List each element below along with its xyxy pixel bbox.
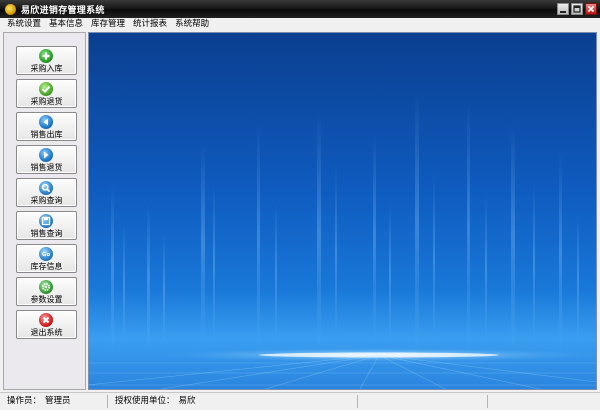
menu-reports[interactable]: 统计报表 [129,18,171,31]
status-panel-empty-1 [358,395,488,408]
check-icon [39,82,53,96]
svg-text:Go: Go [42,252,51,258]
close-circle-icon [39,313,53,327]
purchase-query-button[interactable]: 采购查询 [16,178,77,207]
window-controls [557,3,597,15]
go-icon: Go [39,247,53,261]
sales-return-label: 销售退货 [30,163,63,172]
plus-icon [39,49,53,63]
sales-query-button[interactable]: 销售查询 [16,211,77,240]
purchase-in-button[interactable]: 采购入库 [16,46,77,75]
menu-inventory[interactable]: 库存管理 [87,18,129,31]
title-bar: 易欣进销存管理系统 [0,0,600,18]
license-value: 易欣 [178,396,196,406]
operator-value: 管理员 [45,396,71,406]
menu-system-settings[interactable]: 系统设置 [0,18,45,31]
parameter-settings-label: 参数设置 [30,295,63,304]
license-label: 授权使用单位： [115,396,175,406]
window-title: 易欣进销存管理系统 [21,5,105,16]
status-panel-empty-2 [488,395,600,408]
arrow-right-icon [39,148,53,162]
minimize-icon[interactable] [557,3,569,15]
exit-system-button[interactable]: 退出系统 [16,310,77,339]
purchase-in-label: 采购入库 [30,64,63,73]
operator-status: 操作员： 管理员 [0,395,108,408]
sales-out-label: 销售出库 [30,130,63,139]
purchase-return-label: 采购退货 [30,97,63,106]
background-graphic [89,93,596,389]
sales-query-label: 销售查询 [30,229,63,238]
disk-icon [39,214,53,228]
parameter-settings-button[interactable]: 参数设置 [16,277,77,306]
app-logo-icon [5,3,16,15]
purchase-query-label: 采购查询 [30,196,63,205]
menu-help[interactable]: 系统帮助 [171,18,213,31]
sales-out-button[interactable]: 销售出库 [16,112,77,141]
gear-icon [39,280,53,294]
menu-basic-info[interactable]: 基本信息 [45,18,87,31]
arrow-left-icon [39,115,53,129]
sales-return-button[interactable]: 销售退货 [16,145,77,174]
exit-system-label: 退出系统 [30,328,63,337]
inventory-info-label: 库存信息 [30,262,63,271]
menu-bar: 系统设置 基本信息 库存管理 统计报表 系统帮助 [0,18,600,31]
sidebar: 采购入库 采购退货 销售出库 销售退货 采购查询 销售查询 Go 库存信息 参数… [3,32,86,390]
maximize-icon[interactable] [571,3,583,15]
license-status: 授权使用单位： 易欣 [108,395,358,408]
main-workspace [88,32,597,390]
status-bar: 操作员： 管理员 授权使用单位： 易欣 [0,392,600,410]
operator-label: 操作员： [7,396,42,406]
close-icon[interactable] [585,3,597,15]
inventory-info-button[interactable]: Go 库存信息 [16,244,77,273]
magnifier-icon [39,181,53,195]
purchase-return-button[interactable]: 采购退货 [16,79,77,108]
